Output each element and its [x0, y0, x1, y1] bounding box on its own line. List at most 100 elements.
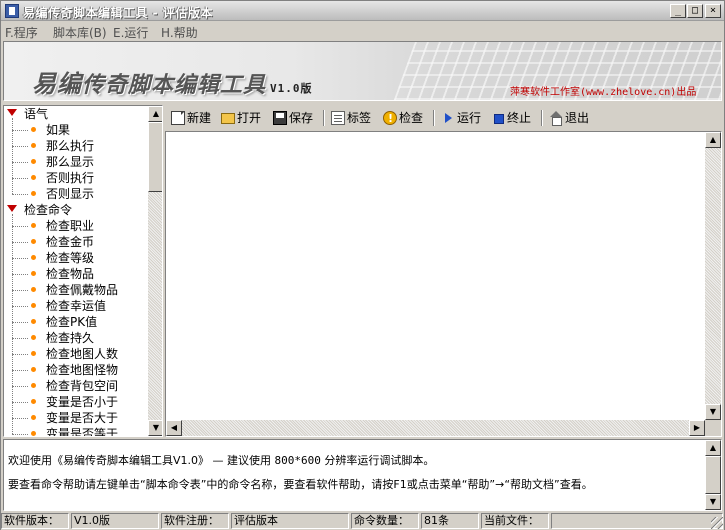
tree-item[interactable]: 变量是否小于: [6, 394, 146, 410]
tag-button-label: 标签: [347, 111, 372, 125]
banner-title-rest: 传奇脚本编辑工具: [82, 73, 267, 98]
new-file-icon: [171, 111, 185, 125]
tag-document-icon: [331, 111, 345, 125]
tree-category-label: 语气: [24, 107, 49, 121]
menu-help[interactable]: H.帮助: [161, 24, 198, 41]
tree-scroll-up-icon[interactable]: ▲: [148, 106, 162, 122]
status-file-label: 当前文件：: [481, 513, 549, 529]
minimize-button[interactable]: _: [670, 4, 686, 18]
tree-item-label: 否则执行: [46, 171, 95, 185]
tree-item[interactable]: 检查背包空间: [6, 378, 146, 394]
bullet-icon: [31, 303, 36, 308]
message-panel: 欢迎使用《易编传奇脚本编辑工具V1.0》 — 建议使用 800*600 分辨率运…: [3, 439, 722, 511]
tree-item[interactable]: 检查持久: [6, 330, 146, 346]
tree-connector: [12, 402, 28, 403]
tree-connector: [12, 322, 28, 323]
open-button-label: 打开: [237, 111, 262, 125]
tree-connector: [12, 214, 13, 434]
tree-item[interactable]: 变量是否等于: [6, 426, 146, 436]
tree-item[interactable]: 检查地图怪物: [6, 362, 146, 378]
new-button[interactable]: 新建: [171, 109, 217, 127]
tree-item[interactable]: 那么执行: [6, 138, 146, 154]
banner-title-brand: 易编: [32, 70, 82, 98]
tree-item[interactable]: 检查物品: [6, 266, 146, 282]
message-scroll-down-icon[interactable]: ▼: [705, 494, 721, 510]
tree-category[interactable]: 检查命令: [6, 202, 146, 218]
bullet-icon: [31, 143, 36, 148]
resolution-text: 800*600: [274, 454, 321, 467]
tree-scrollbar[interactable]: ▲ ▼: [148, 106, 162, 436]
bullet-icon: [31, 191, 36, 196]
stop-square-icon: [491, 111, 505, 125]
open-button[interactable]: 打开: [221, 109, 267, 127]
app-icon[interactable]: [5, 4, 19, 18]
tree-scroll-down-icon[interactable]: ▼: [148, 420, 162, 436]
status-count-value: 81条: [421, 513, 479, 529]
resize-grip-icon[interactable]: [711, 517, 723, 529]
bullet-icon: [31, 335, 36, 340]
script-editor[interactable]: ▲ ▼ ◀ ▶: [165, 131, 722, 437]
tree-item[interactable]: 那么显示: [6, 154, 146, 170]
toolbar: 新建 打开 保存 标签 检查 运行 终止 退出: [165, 107, 722, 129]
menu-run[interactable]: E.运行: [113, 24, 148, 41]
tree-connector: [12, 274, 28, 275]
credit-suffix: 出品: [676, 87, 697, 98]
tree-item[interactable]: 变量是否大于: [6, 410, 146, 426]
editor-scroll-down-icon[interactable]: ▼: [705, 404, 721, 420]
tree-item-label: 变量是否等于: [46, 427, 119, 436]
save-disk-icon: [273, 111, 287, 125]
tree-item[interactable]: 检查地图人数: [6, 346, 146, 362]
tree-connector: [12, 242, 28, 243]
tree-connector: [12, 418, 28, 419]
maximize-button[interactable]: □: [687, 4, 703, 18]
tree-item[interactable]: 检查佩戴物品: [6, 282, 146, 298]
tree-item-label: 那么执行: [46, 139, 95, 153]
stop-button[interactable]: 终止: [491, 109, 537, 127]
tree-category[interactable]: 语气: [6, 106, 146, 122]
bullet-icon: [31, 431, 36, 436]
bullet-icon: [31, 383, 36, 388]
message-scroll-up-icon[interactable]: ▲: [705, 440, 721, 456]
tree-item[interactable]: 检查等级: [6, 250, 146, 266]
editor-vscrollbar[interactable]: ▲ ▼: [705, 132, 721, 420]
editor-scroll-left-icon[interactable]: ◀: [166, 420, 182, 436]
message-scroll-thumb[interactable]: [705, 456, 721, 494]
tag-button[interactable]: 标签: [331, 109, 377, 127]
tree-item[interactable]: 检查幸运值: [6, 298, 146, 314]
tree-item[interactable]: 检查金币: [6, 234, 146, 250]
tree-connector: [12, 130, 28, 131]
run-button[interactable]: 运行: [441, 109, 487, 127]
window-title: 易编传奇脚本编辑工具 - 评估版本: [23, 6, 213, 20]
tree-item[interactable]: 否则显示: [6, 186, 146, 202]
message-scrollbar[interactable]: ▲ ▼: [705, 440, 721, 510]
tree-item-label: 检查幸运值: [46, 299, 107, 313]
header-banner: 易编传奇脚本编辑工具 V1.0版 萍寒软件工作室(www.zhelove.cn)出…: [3, 41, 722, 101]
command-tree[interactable]: 语气 如果 那么执行 那么显示 否则执行 否则显示 检查命令 检查职业 检查金币检查等级 检查物品…: [3, 105, 163, 437]
editor-hscrollbar[interactable]: ◀ ▶: [166, 420, 705, 436]
credit-studio: 萍寒软件工作室: [510, 87, 580, 98]
tree-item[interactable]: 检查职业: [6, 218, 146, 234]
tree-item[interactable]: 如果: [6, 122, 146, 138]
tree-connector: [12, 370, 28, 371]
exit-button[interactable]: 退出: [549, 109, 595, 127]
close-button[interactable]: ×: [705, 4, 721, 18]
title-bar[interactable]: 易编传奇脚本编辑工具 - 评估版本 _ □ ×: [1, 1, 724, 21]
status-reg-value: 评估版本: [231, 513, 349, 529]
tree-connector: [12, 306, 28, 307]
editor-scroll-up-icon[interactable]: ▲: [705, 132, 721, 148]
command-tree-list: 语气 如果 那么执行 那么显示 否则执行 否则显示 检查命令 检查职业 检查金币检查等级 检查物品…: [4, 106, 148, 436]
tree-item-label: 检查金币: [46, 235, 95, 249]
tree-item[interactable]: 否则执行: [6, 170, 146, 186]
bullet-icon: [31, 127, 36, 132]
tree-item[interactable]: 检查PK值: [6, 314, 146, 330]
bullet-icon: [31, 223, 36, 228]
menu-program[interactable]: F.程序: [5, 24, 38, 41]
editor-scroll-right-icon[interactable]: ▶: [689, 420, 705, 436]
tree-item-label: 变量是否小于: [46, 395, 119, 409]
check-button[interactable]: 检查: [383, 109, 429, 128]
menu-script-library[interactable]: 脚本库(B): [53, 24, 107, 41]
tree-item-label: 检查等级: [46, 251, 95, 265]
toolbar-separator: [323, 110, 325, 126]
save-button[interactable]: 保存: [273, 109, 319, 127]
tree-scroll-thumb[interactable]: [148, 122, 162, 192]
